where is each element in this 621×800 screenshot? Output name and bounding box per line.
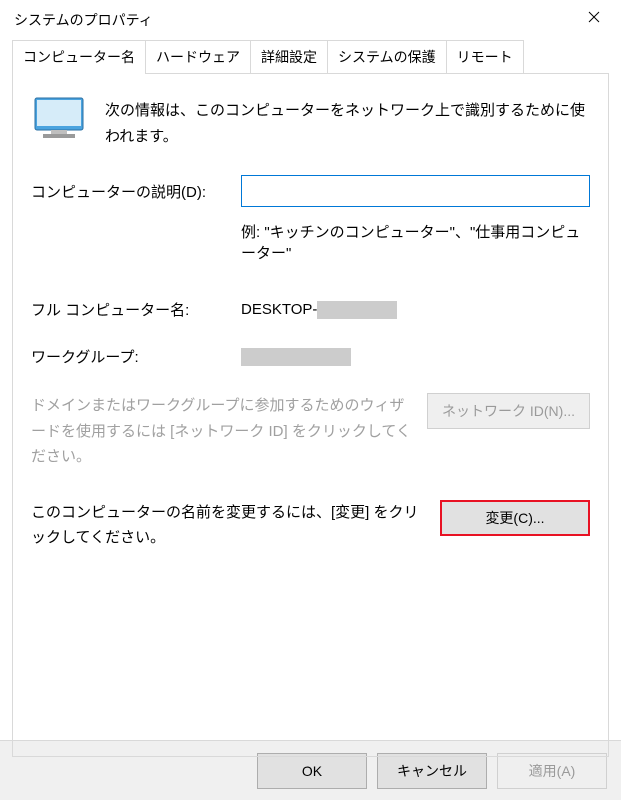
- full-computer-name-row: フル コンピューター名: DESKTOP-: [31, 299, 590, 320]
- redacted-block: [317, 301, 397, 319]
- tab-hardware[interactable]: ハードウェア: [145, 40, 251, 73]
- workgroup-row: ワークグループ:: [31, 346, 590, 367]
- tab-advanced[interactable]: 詳細設定: [250, 40, 328, 73]
- network-id-text: ドメインまたはワークグループに参加するためのウィザードを使用するには [ネットワ…: [31, 393, 411, 470]
- info-text: 次の情報は、このコンピューターをネットワーク上で識別するために使われます。: [105, 96, 590, 149]
- example-text: 例: "キッチンのコンピューター"、"仕事用コンピューター": [241, 221, 590, 263]
- tab-computer-name[interactable]: コンピューター名: [12, 40, 146, 74]
- description-label: コンピューターの説明(D):: [31, 181, 241, 202]
- monitor-icon: [31, 96, 87, 149]
- change-text: このコンピューターの名前を変更するには、[変更] をクリックしてください。: [31, 500, 424, 551]
- window-title: システムのプロパティ: [14, 10, 153, 30]
- workgroup-label: ワークグループ:: [31, 346, 241, 367]
- tab-panel-computer-name: 次の情報は、このコンピューターをネットワーク上で識別するために使われます。 コン…: [12, 73, 609, 757]
- close-icon: [588, 11, 600, 23]
- titlebar: システムのプロパティ: [0, 0, 621, 40]
- tab-system-protection[interactable]: システムの保護: [327, 40, 447, 73]
- tab-remote[interactable]: リモート: [446, 40, 524, 73]
- close-button[interactable]: [571, 1, 617, 33]
- full-computer-name-label: フル コンピューター名:: [31, 299, 241, 320]
- apply-button: 適用(A): [497, 753, 607, 789]
- redacted-block: [241, 348, 351, 366]
- description-row: コンピューターの説明(D):: [31, 175, 590, 207]
- info-row: 次の情報は、このコンピューターをネットワーク上で識別するために使われます。: [31, 96, 590, 149]
- tab-strip: コンピューター名 ハードウェア 詳細設定 システムの保護 リモート: [0, 40, 621, 73]
- workgroup-value: [241, 348, 351, 366]
- description-input[interactable]: [241, 175, 590, 207]
- cancel-button[interactable]: キャンセル: [377, 753, 487, 789]
- system-properties-window: システムのプロパティ コンピューター名 ハードウェア 詳細設定 システムの保護 …: [0, 0, 621, 800]
- change-row: このコンピューターの名前を変更するには、[変更] をクリックしてください。 変更…: [31, 500, 590, 551]
- ok-button[interactable]: OK: [257, 753, 367, 789]
- network-id-button: ネットワーク ID(N)...: [427, 393, 590, 429]
- change-button[interactable]: 変更(C)...: [440, 500, 590, 536]
- full-name-prefix: DESKTOP-: [241, 301, 317, 318]
- full-computer-name-value: DESKTOP-: [241, 301, 397, 319]
- network-id-row: ドメインまたはワークグループに参加するためのウィザードを使用するには [ネットワ…: [31, 393, 590, 470]
